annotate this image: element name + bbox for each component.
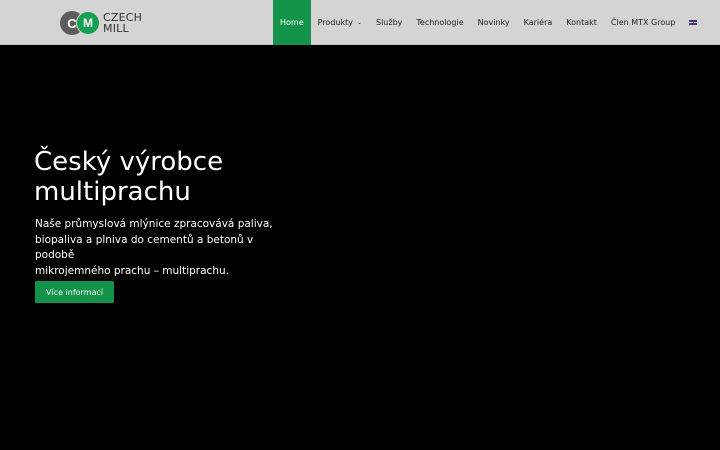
nav-item-technologie[interactable]: Technologie <box>409 0 470 45</box>
nav-item-produkty[interactable]: Produkty ⌄ <box>311 0 369 45</box>
hero-text-line2: biopaliva a plniva do cementů a betonů v… <box>35 233 254 262</box>
main-navigation: Home Produkty ⌄ Služby Technologie Novin… <box>273 0 704 45</box>
site-header: C M CZECH MILL Home Produkty ⌄ Služby Te… <box>0 0 720 45</box>
chevron-down-icon: ⌄ <box>356 19 362 26</box>
nav-item-label: Produkty <box>317 18 353 27</box>
nav-item-label: Home <box>280 18 304 27</box>
hero-text-line3: mikrojemného prachu – multiprachu. <box>35 264 229 277</box>
nav-item-label: Technologie <box>416 18 464 27</box>
hero-title: Český výrobce multiprachu <box>34 147 334 207</box>
logo-m-circle: M <box>76 11 100 35</box>
uk-flag-icon <box>689 20 698 25</box>
nav-item-label: Kontakt <box>566 18 597 27</box>
hero-text-line1: Naše průmyslová mlýnice zpracovává paliv… <box>35 218 273 230</box>
language-switcher[interactable] <box>682 0 704 45</box>
czech-mill-logo[interactable]: C M CZECH MILL <box>60 10 142 36</box>
nav-item-clen-mtx-group[interactable]: Člen MTX Group <box>604 0 683 45</box>
nav-item-label: Novinky <box>477 18 510 27</box>
nav-item-label: Člen MTX Group <box>610 18 676 27</box>
nav-item-label: Služby <box>376 18 403 27</box>
hero-title-line2: multiprachu <box>34 177 191 207</box>
nav-item-kontakt[interactable]: Kontakt <box>559 0 604 45</box>
logo-text-line2: MILL <box>103 22 129 35</box>
hero-description: Naše průmyslová mlýnice zpracovává paliv… <box>35 217 295 279</box>
nav-item-home[interactable]: Home <box>273 0 311 45</box>
hero-title-line1: Český výrobce <box>34 147 224 177</box>
nav-item-label: Kariéra <box>523 18 553 27</box>
logo-mark: C M <box>60 11 100 35</box>
logo-text: CZECH MILL <box>103 12 142 34</box>
nav-item-sluzby[interactable]: Služby <box>369 0 409 45</box>
nav-item-kariera[interactable]: Kariéra <box>517 0 560 45</box>
more-info-button[interactable]: Více informací <box>35 281 114 303</box>
nav-item-novinky[interactable]: Novinky <box>471 0 517 45</box>
